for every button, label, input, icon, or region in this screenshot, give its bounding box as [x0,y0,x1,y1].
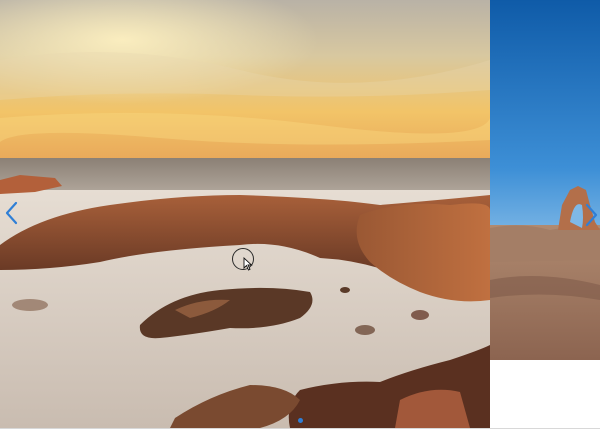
desert-arch-photo [490,0,600,360]
chevron-right-icon [585,203,598,227]
carousel-slide-current [0,0,490,428]
carousel-prev-button[interactable] [4,200,20,226]
mouse-pointer-icon [243,257,253,271]
carousel-indicator-dot[interactable] [298,418,303,423]
carousel-slide-next [490,0,600,360]
coastal-sunset-photo [0,0,490,428]
divider [0,428,600,429]
empty-area [490,360,600,433]
chevron-left-icon [5,201,18,225]
carousel-next-button[interactable] [583,202,599,228]
image-carousel[interactable] [0,0,600,433]
